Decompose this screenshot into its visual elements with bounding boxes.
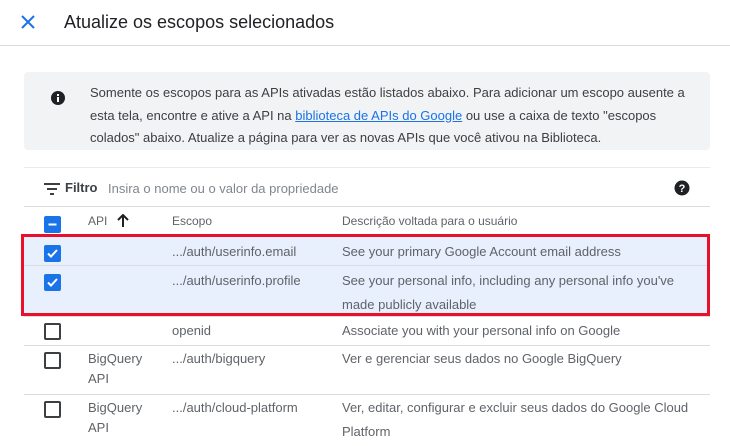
row-checkbox[interactable]: [44, 274, 61, 291]
row-scope: .../auth/userinfo.email: [172, 244, 297, 259]
help-icon[interactable]: ?: [674, 180, 690, 196]
info-banner: Somente os escopos para as APIs ativadas…: [24, 72, 710, 150]
table-row[interactable]: .../auth/userinfo.email See your primary…: [24, 236, 710, 265]
info-text: Somente os escopos para as APIs ativadas…: [90, 82, 700, 150]
info-icon: [50, 90, 66, 106]
column-header-api[interactable]: API: [88, 214, 130, 228]
row-checkbox[interactable]: [44, 401, 61, 418]
select-all-checkbox[interactable]: [44, 216, 61, 233]
filter-bar: Filtro ?: [24, 167, 710, 207]
row-description: See your primary Google Account email ad…: [342, 244, 621, 259]
row-scope: .../auth/bigquery: [172, 351, 266, 366]
row-api: BigQuery API: [88, 351, 143, 386]
row-description: See your personal info, including any pe…: [342, 273, 675, 312]
row-api: BigQuery API: [88, 400, 143, 435]
column-header-description[interactable]: Descrição voltada para o usuário: [342, 214, 517, 228]
column-header-scope[interactable]: Escopo: [172, 214, 212, 228]
table-row[interactable]: openid Associate you with your personal …: [24, 316, 710, 345]
dialog-header: Atualize os escopos selecionados: [0, 0, 730, 46]
row-checkbox[interactable]: [44, 323, 61, 340]
table-row[interactable]: .../auth/userinfo.profile See your perso…: [24, 265, 710, 314]
close-icon[interactable]: [16, 10, 40, 34]
arrow-up-icon: [117, 214, 130, 227]
row-scope: openid: [172, 323, 212, 338]
row-checkbox[interactable]: [44, 245, 61, 262]
row-checkbox[interactable]: [44, 352, 61, 369]
table-row[interactable]: BigQuery API .../auth/bigquery Ver e ger…: [24, 345, 710, 394]
table-row[interactable]: BigQuery API .../auth/cloud-platform Ver…: [24, 394, 710, 446]
row-description: Ver, editar, configurar e excluir seus d…: [342, 400, 689, 439]
page-title: Atualize os escopos selecionados: [64, 12, 335, 32]
filter-icon: [44, 182, 60, 195]
filter-input[interactable]: [108, 177, 588, 199]
row-description: Associate you with your personal info on…: [342, 323, 621, 338]
table-header: API Escopo Descrição voltada para o usuá…: [24, 208, 710, 235]
row-scope: .../auth/cloud-platform: [172, 400, 298, 415]
column-header-api-label: API: [88, 214, 108, 228]
row-description: Ver e gerenciar seus dados no Google Big…: [342, 351, 622, 366]
svg-text:?: ?: [679, 183, 686, 195]
row-scope: .../auth/userinfo.profile: [172, 273, 301, 288]
filter-label: Filtro: [65, 180, 98, 195]
api-library-link[interactable]: biblioteca de APIs do Google: [295, 108, 462, 123]
